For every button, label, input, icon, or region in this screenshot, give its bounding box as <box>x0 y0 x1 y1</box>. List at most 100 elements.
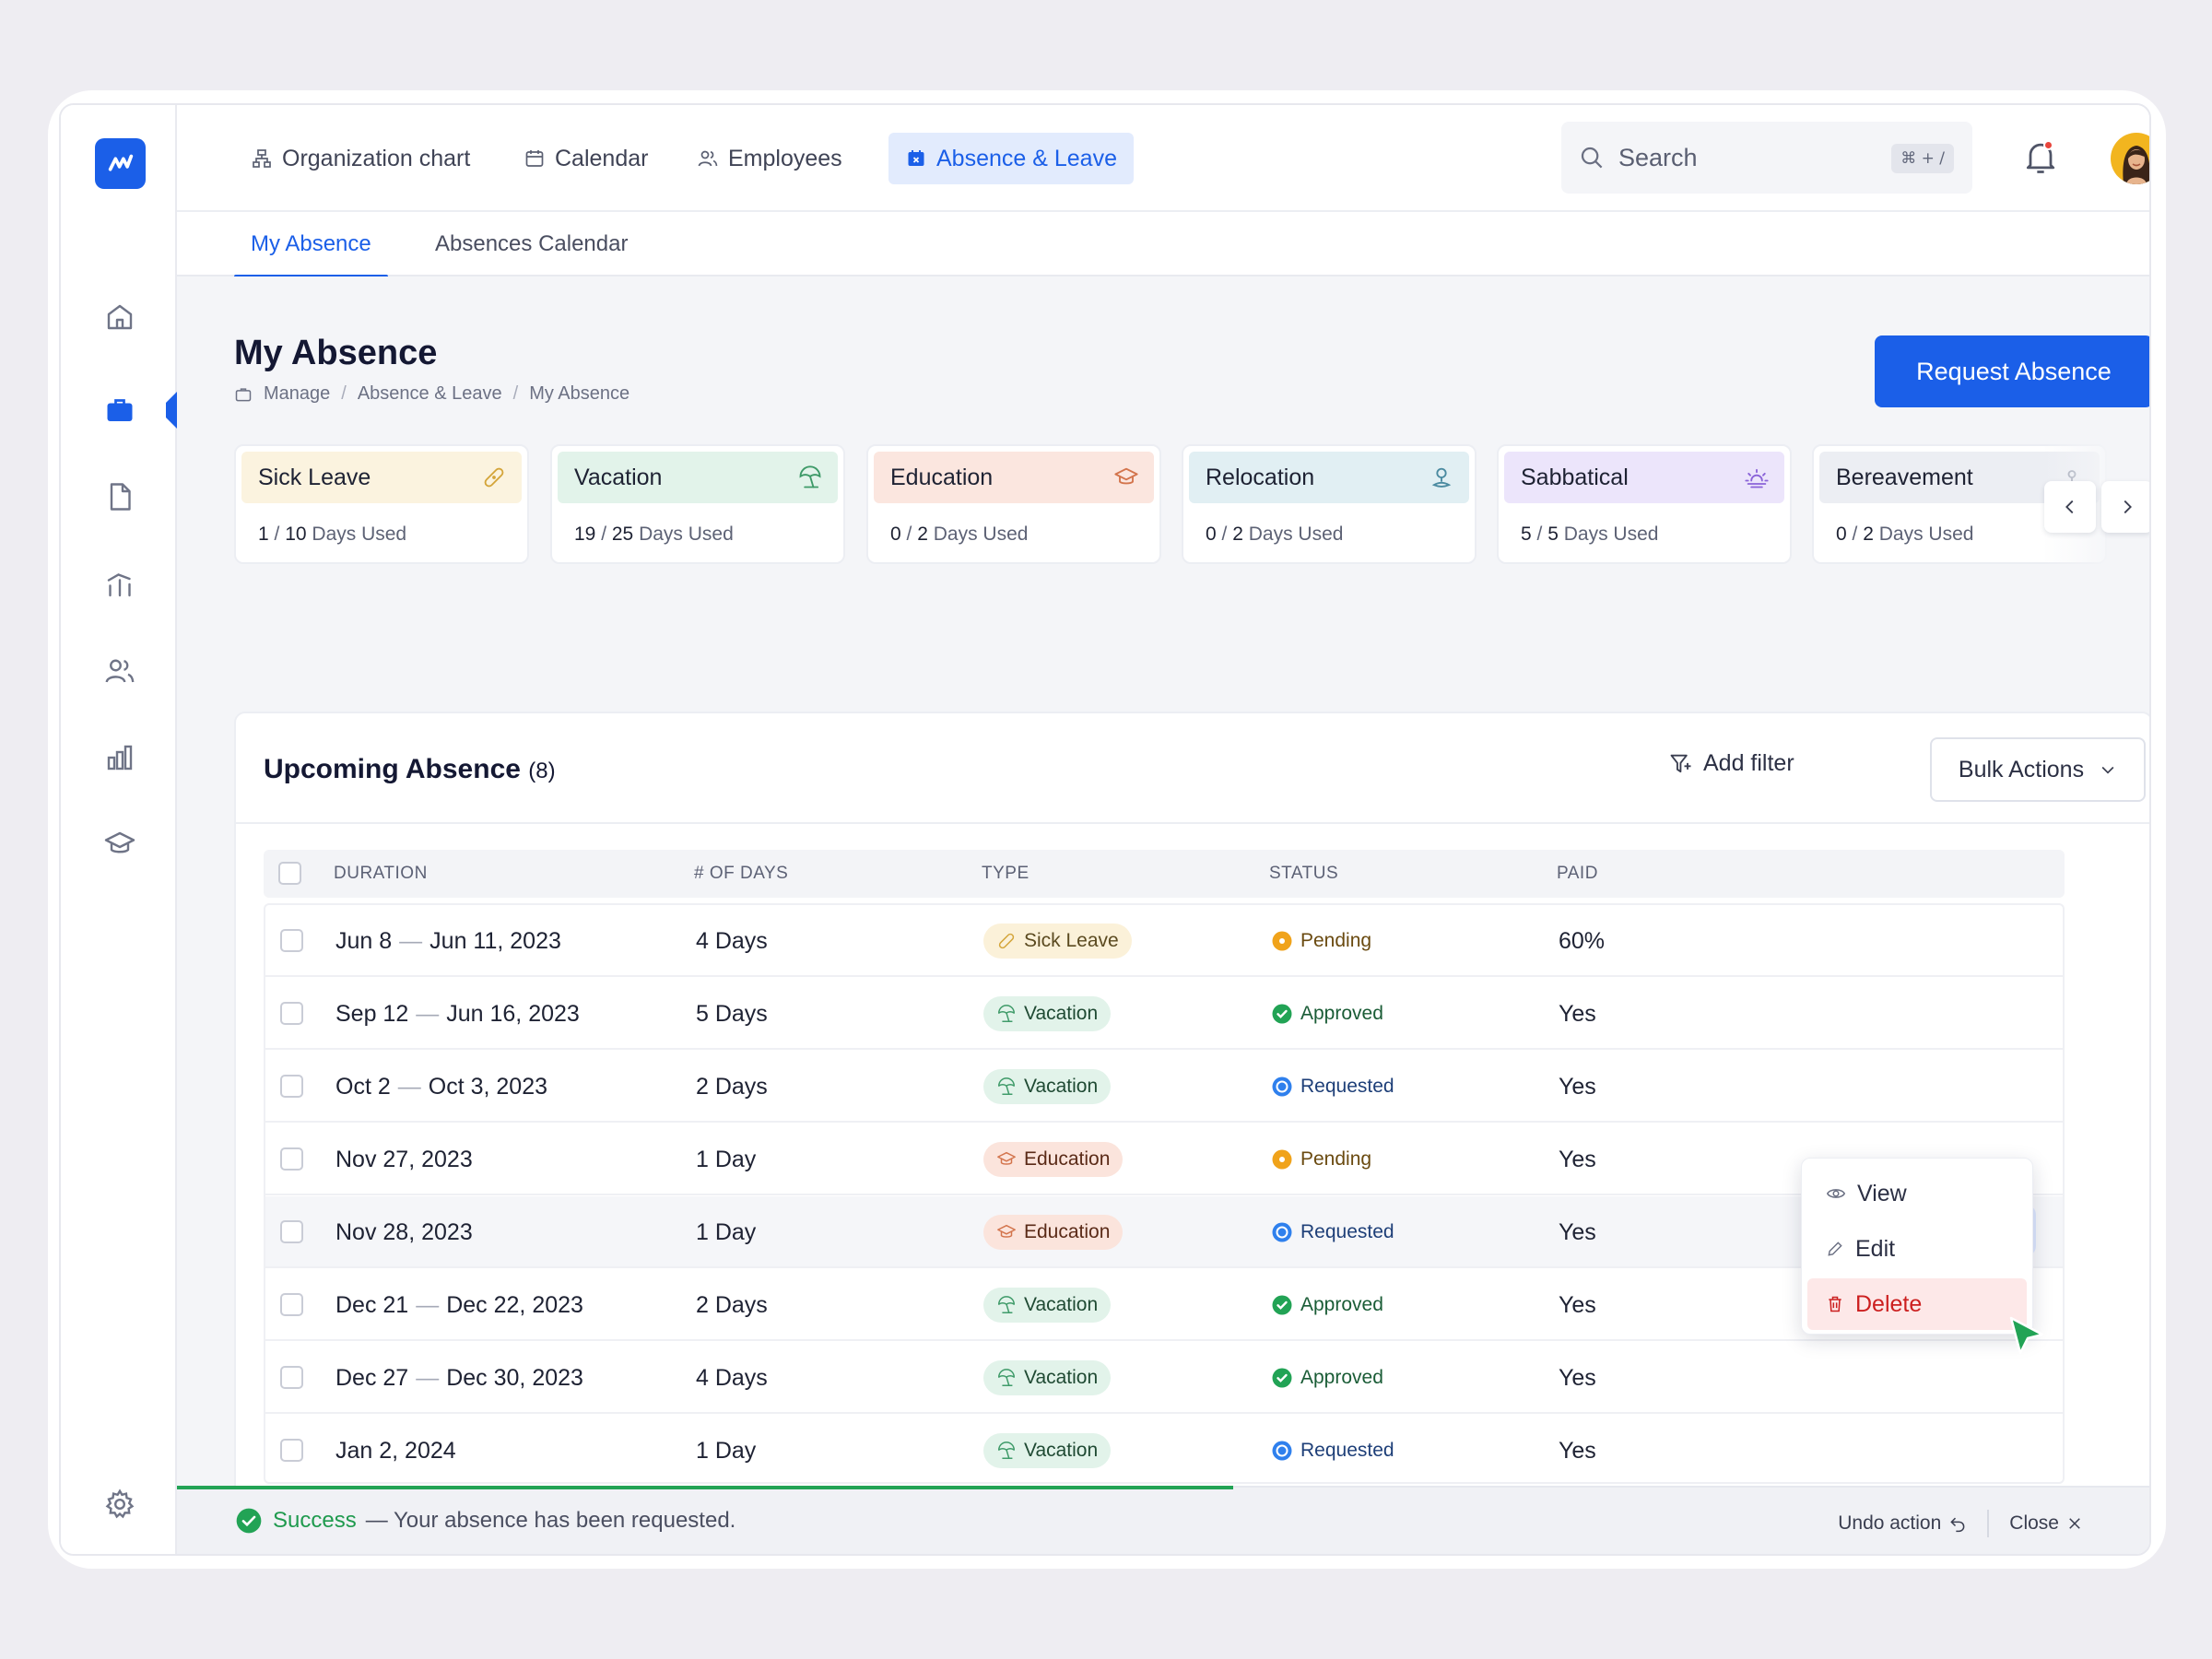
tab-absences-calendar[interactable]: Absences Calendar <box>418 212 644 276</box>
status-badge: Requested <box>1271 1221 1394 1243</box>
row-checkbox[interactable] <box>280 1293 303 1316</box>
leave-card-sick-leave[interactable]: Sick Leave 1 / 10 Days Used <box>234 444 529 564</box>
user-avatar[interactable] <box>2111 133 2149 184</box>
paid-cell: Yes <box>1559 1437 1596 1464</box>
leave-card-usage: 19 / 25 Days Used <box>574 524 734 545</box>
table-row[interactable]: Jun 8— Jun 11, 2023 4 Days Sick Leave Pen… <box>265 905 2063 977</box>
document-icon[interactable] <box>101 478 138 515</box>
notification-bell-icon[interactable] <box>2020 136 2061 177</box>
map-pin-icon <box>1431 467 1452 488</box>
request-absence-button[interactable]: Request Absence <box>1875 335 2149 407</box>
column-header-days[interactable]: # OF DAYS <box>694 850 788 898</box>
select-all-checkbox[interactable] <box>278 862 301 885</box>
home-icon[interactable] <box>101 299 138 335</box>
carousel-next-button[interactable] <box>2101 481 2149 533</box>
row-checkbox[interactable] <box>280 1439 303 1462</box>
row-checkbox[interactable] <box>280 1147 303 1171</box>
days-cell: 4 Days <box>696 927 768 954</box>
graduation-cap-icon[interactable] <box>101 826 138 863</box>
table-row[interactable]: Dec 27— Dec 30, 2023 4 Days Vacation Appr… <box>265 1342 2063 1414</box>
chevron-down-icon <box>2101 766 2114 774</box>
nav-organization-chart[interactable]: Organization chart <box>234 133 487 184</box>
carousel-prev-button[interactable] <box>2044 481 2096 533</box>
row-checkbox[interactable] <box>280 1002 303 1025</box>
app-window: Organization chart Calendar Employees Ab… <box>59 103 2151 1556</box>
eye-icon <box>1826 1189 1846 1198</box>
table-row[interactable]: Dec 21— Dec 22, 2023 2 Days Vacation Appr… <box>265 1269 2063 1341</box>
check-circle-icon <box>1272 1368 1292 1388</box>
search-icon <box>1581 147 1603 169</box>
breadcrumb-separator: / <box>341 383 347 404</box>
nav-employees[interactable]: Employees <box>680 133 859 184</box>
undo-action-button[interactable]: Undo action <box>1838 1512 1967 1535</box>
column-header-status[interactable]: STATUS <box>1269 850 1338 898</box>
table-header: DURATION # OF DAYS TYPE STATUS PAID <box>264 850 2065 898</box>
briefcase-icon[interactable] <box>101 392 138 429</box>
type-badge: Vacation <box>983 1288 1112 1323</box>
breadcrumb-my-absence[interactable]: My Absence <box>529 383 629 405</box>
days-cell: 1 Day <box>696 1437 757 1464</box>
duration-cell: Nov 28, 2023 <box>335 1218 473 1245</box>
nav-absence-leave[interactable]: Absence & Leave <box>888 133 1134 184</box>
umbrella-icon <box>998 1005 1015 1022</box>
team-icon[interactable] <box>101 653 138 689</box>
search-input[interactable]: Search ⌘ + / <box>1561 122 1972 194</box>
menu-item-view[interactable]: View <box>1807 1168 2027 1219</box>
table-row[interactable]: Oct 2— Oct 3, 2023 2 Days Vacation Reques… <box>265 1051 2063 1123</box>
pending-sun-icon <box>1272 931 1292 951</box>
bar-chart-icon[interactable] <box>101 739 138 776</box>
table-row[interactable]: Nov 27, 2023 1 Day Education Pending Yes <box>265 1124 2063 1195</box>
type-cell: Vacation <box>983 978 1112 1050</box>
top-navigation: Organization chart Calendar Employees Ab… <box>177 105 2149 212</box>
umbrella-icon <box>998 1296 1015 1313</box>
column-header-paid[interactable]: PAID <box>1557 850 1598 898</box>
row-checkbox[interactable] <box>280 1366 303 1389</box>
toast-status: Success <box>273 1508 357 1533</box>
row-checkbox[interactable] <box>280 1220 303 1243</box>
column-header-type[interactable]: TYPE <box>982 850 1030 898</box>
row-checkbox[interactable] <box>280 929 303 952</box>
menu-item-edit[interactable]: Edit <box>1807 1223 2027 1275</box>
type-cell: Sick Leave <box>983 905 1132 977</box>
panel-divider <box>236 822 2149 824</box>
leave-card-sabbatical[interactable]: Sabbatical 5 / 5 Days Used <box>1497 444 1792 564</box>
status-cell: Pending <box>1271 1124 1371 1195</box>
graduation-cap-icon <box>1114 467 1138 485</box>
type-badge: Sick Leave <box>983 924 1132 959</box>
graduation-cap-icon <box>997 1224 1016 1238</box>
close-toast-button[interactable]: Close <box>2009 1512 2083 1535</box>
table-row[interactable]: Jan 2, 2024 1 Day Vacation Requested Yes <box>265 1415 2063 1487</box>
leave-card-education[interactable]: Education 0 / 2 Days Used <box>866 444 1161 564</box>
breadcrumb-absence-leave[interactable]: Absence & Leave <box>358 383 502 405</box>
nav-label: Absence & Leave <box>936 145 1117 171</box>
status-cell: Approved <box>1271 978 1383 1050</box>
type-cell: Vacation <box>983 1269 1112 1341</box>
breadcrumb-manage[interactable]: Manage <box>264 383 330 405</box>
duration-cell: Dec 21— Dec 22, 2023 <box>335 1291 583 1318</box>
menu-item-delete[interactable]: Delete <box>1807 1278 2027 1330</box>
add-filter-label: Add filter <box>1703 750 1794 776</box>
duration-cell: Nov 27, 2023 <box>335 1146 473 1172</box>
calendar-icon <box>525 150 544 167</box>
settings-gear-icon[interactable] <box>101 1486 138 1523</box>
leave-card-usage: 1 / 10 Days Used <box>258 524 407 545</box>
row-checkbox[interactable] <box>280 1075 303 1098</box>
table-row[interactable]: Nov 28, 2023 1 Day Education Requested Y… <box>265 1196 2063 1268</box>
breadcrumb-separator: / <box>512 383 519 404</box>
growth-chart-icon[interactable] <box>101 566 138 603</box>
leave-cards-carousel: Sick Leave 1 / 10 Days Used Vacation 19 … <box>234 444 2149 566</box>
status-cell: Requested <box>1271 1196 1394 1268</box>
column-header-duration[interactable]: DURATION <box>334 850 428 898</box>
duration-cell: Oct 2— Oct 3, 2023 <box>335 1073 547 1100</box>
leave-card-vacation[interactable]: Vacation 19 / 25 Days Used <box>550 444 845 564</box>
nav-calendar[interactable]: Calendar <box>507 133 665 184</box>
bulk-actions-dropdown[interactable]: Bulk Actions <box>1930 737 2146 802</box>
success-toast: Success — Your absence has been requeste… <box>177 1486 2149 1554</box>
leave-card-relocation[interactable]: Relocation 0 / 2 Days Used <box>1182 444 1477 564</box>
search-placeholder: Search <box>1618 143 1698 171</box>
table-row[interactable]: Sep 12— Jun 16, 2023 5 Days Vacation Appr… <box>265 978 2063 1050</box>
add-filter-button[interactable]: Add filter <box>1668 750 1794 777</box>
sub-tabs: My Absence Absences Calendar <box>177 212 2149 278</box>
app-logo[interactable] <box>95 138 146 189</box>
tab-my-absence[interactable]: My Absence <box>234 212 388 278</box>
